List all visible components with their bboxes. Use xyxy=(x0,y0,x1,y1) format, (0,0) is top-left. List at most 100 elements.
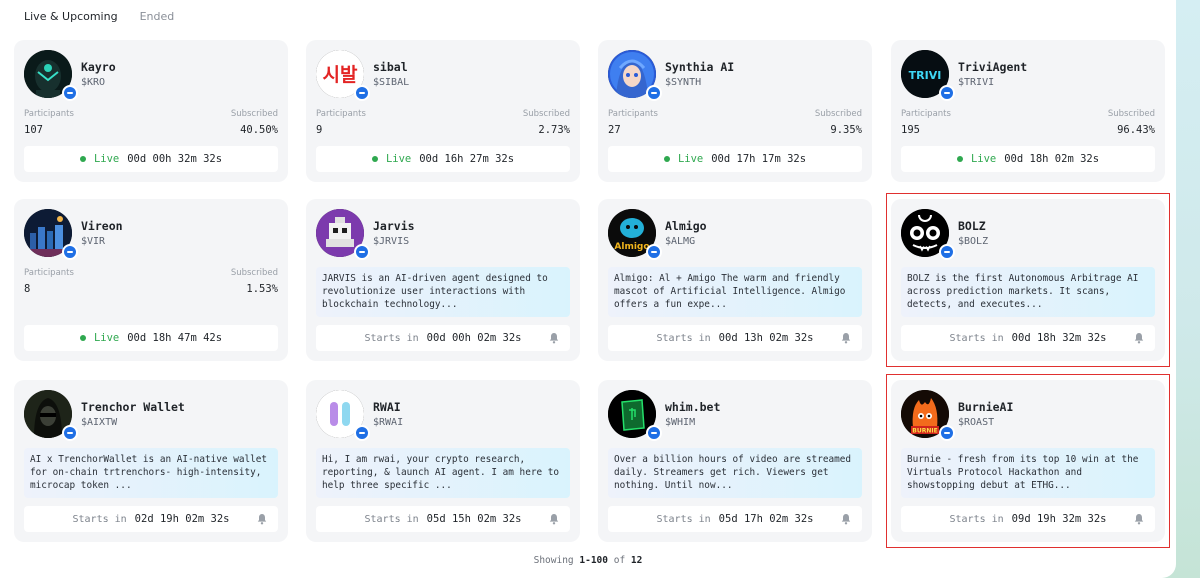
bell-icon[interactable] xyxy=(548,332,560,344)
card-ticker: $SIBAL xyxy=(373,77,410,88)
card-ticker: $TRIVI xyxy=(958,77,995,88)
footer-of: of xyxy=(613,555,626,566)
card-ticker: $AIXTW xyxy=(81,417,118,428)
bell-icon[interactable] xyxy=(840,513,852,525)
live-dot-icon xyxy=(79,335,86,341)
participants-label: Participants xyxy=(316,109,366,119)
live-status-bar: Live 00d 17h 17m 32s xyxy=(608,146,862,172)
launch-card-jarvis[interactable]: Jarvis $JRVIS JARVIS is an AI-driven agent… xyxy=(306,199,580,361)
countdown-timer: 00d 17h 17m 32s xyxy=(711,153,807,165)
launch-card-vireon[interactable]: Vireon $VIR Participants Subscribed 8 1.53% Li… xyxy=(14,199,288,361)
bell-icon[interactable] xyxy=(840,332,852,344)
launch-card-sibal[interactable]: 시발 sibal $SIBAL Participants Subscribed 9 2.73… xyxy=(306,40,580,182)
starts-in-label: Starts in xyxy=(656,332,711,344)
live-label: Live xyxy=(93,332,120,344)
verified-badge-icon xyxy=(354,425,370,441)
countdown-timer: 00d 00h 32m 32s xyxy=(127,153,223,165)
live-label: Live xyxy=(677,153,704,165)
starts-in-label: Starts in xyxy=(364,513,419,525)
status-tabs: Live & Upcoming Ended xyxy=(24,10,174,23)
card-ticker: $RWAI xyxy=(373,417,404,428)
subscribed-label: Subscribed xyxy=(230,109,278,119)
card-description: Almigo: Al + Amigo The warm and friendly… xyxy=(608,267,862,317)
starts-in-label: Starts in xyxy=(72,513,127,525)
footer-total: 12 xyxy=(630,555,643,566)
card-name: sibal xyxy=(373,60,408,74)
launch-card-rwai[interactable]: RWAI $RWAI Hi, I am rwai, your crypto rese… xyxy=(306,380,580,542)
participants-value: 107 xyxy=(24,124,43,136)
bell-icon[interactable] xyxy=(256,513,268,525)
subscribed-value: 9.35% xyxy=(830,124,862,136)
bell-icon[interactable] xyxy=(548,513,560,525)
countdown-timer: 02d 19h 02m 32s xyxy=(134,513,230,525)
subscribed-value: 40.50% xyxy=(240,124,278,136)
highlight-box xyxy=(886,193,1170,367)
card-description: JARVIS is an AI-driven agent designed to… xyxy=(316,267,570,317)
verified-badge-icon xyxy=(354,244,370,260)
participants-label: Participants xyxy=(24,268,74,278)
card-ticker: $VIR xyxy=(81,236,106,247)
verified-badge-icon xyxy=(646,85,662,101)
tab-ended[interactable]: Ended xyxy=(140,10,175,23)
launch-card-trenchor-wallet[interactable]: Trenchor Wallet $AIXTW AI x TrenchorWallet… xyxy=(14,380,288,542)
launch-card-almigo[interactable]: Almigo Almigo $ALMG Almigo: Al + Amigo The … xyxy=(598,199,872,361)
almigo-logo-text: Almigo xyxy=(614,242,649,252)
card-description: AI x TrenchorWallet is an AI-native wall… xyxy=(24,448,278,498)
countdown-timer: 05d 15h 02m 32s xyxy=(426,513,522,525)
verified-badge-icon xyxy=(62,244,78,260)
highlight-box xyxy=(886,374,1170,548)
live-status-bar: Live 00d 18h 02m 32s xyxy=(901,146,1155,172)
subscribed-label: Subscribed xyxy=(522,109,570,119)
participants-label: Participants xyxy=(608,109,658,119)
launch-card-triviagent[interactable]: TRIVI TriviAgent $TRIVI Participants Subscri… xyxy=(891,40,1165,182)
subscribed-value: 96.43% xyxy=(1117,124,1155,136)
participants-value: 27 xyxy=(608,124,621,136)
card-description: Hi, I am rwai, your crypto research, rep… xyxy=(316,448,570,498)
card-name: Vireon xyxy=(81,219,123,233)
launch-card-whim-bet[interactable]: whim.bet $WHIM Over a billion hours of vid… xyxy=(598,380,872,542)
footer-range: 1-100 xyxy=(579,555,608,566)
participants-value: 8 xyxy=(24,283,31,295)
card-name: Kayro xyxy=(81,60,116,74)
trivi-logo-text: TRIVI xyxy=(909,69,942,82)
card-name: Jarvis xyxy=(373,219,415,233)
launch-card-synthia-ai[interactable]: Synthia AI $SYNTH Participants Subscribed 27… xyxy=(598,40,872,182)
starts-in-bar: Starts in 05d 15h 02m 32s xyxy=(316,506,570,532)
sibal-logo-text: 시발 xyxy=(323,64,358,86)
subscribed-value: 1.53% xyxy=(246,283,278,295)
live-dot-icon xyxy=(371,156,378,162)
live-label: Live xyxy=(93,153,120,165)
countdown-timer: 00d 16h 27m 32s xyxy=(419,153,515,165)
card-ticker: $ALMG xyxy=(665,236,696,247)
countdown-timer: 00d 18h 02m 32s xyxy=(1004,153,1100,165)
subscribed-label: Subscribed xyxy=(230,268,278,278)
verified-badge-icon xyxy=(354,85,370,101)
verified-badge-icon xyxy=(62,425,78,441)
countdown-timer: 05d 17h 02m 32s xyxy=(718,513,814,525)
card-ticker: $SYNTH xyxy=(665,77,702,88)
live-status-bar: Live 00d 16h 27m 32s xyxy=(316,146,570,172)
subscribed-value: 2.73% xyxy=(538,124,570,136)
verified-badge-icon xyxy=(939,85,955,101)
card-name: Trenchor Wallet xyxy=(81,400,185,414)
live-status-bar: Live 00d 18h 47m 42s xyxy=(24,325,278,351)
card-name: RWAI xyxy=(373,400,401,414)
live-label: Live xyxy=(385,153,412,165)
live-label: Live xyxy=(970,153,997,165)
footer-prefix: Showing xyxy=(533,555,574,566)
card-ticker: $JRVIS xyxy=(373,236,410,247)
launch-card-kayro[interactable]: Kayro $KRO Participants Subscribed 107 40.50%… xyxy=(14,40,288,182)
card-ticker: $WHIM xyxy=(665,417,696,428)
participants-label: Participants xyxy=(24,109,74,119)
tab-live-upcoming[interactable]: Live & Upcoming xyxy=(24,10,118,23)
card-name: Synthia AI xyxy=(665,60,735,74)
countdown-timer: 00d 18h 47m 42s xyxy=(127,332,223,344)
starts-in-label: Starts in xyxy=(364,332,419,344)
card-name: Almigo xyxy=(665,219,707,233)
live-status-bar: Live 00d 00h 32m 32s xyxy=(24,146,278,172)
pagination-summary: Showing 1-100 of 12 xyxy=(0,555,1176,566)
card-description: Over a billion hours of video are stream… xyxy=(608,448,862,498)
live-dot-icon xyxy=(663,156,670,162)
live-dot-icon xyxy=(956,156,963,162)
subscribed-label: Subscribed xyxy=(1107,109,1155,119)
